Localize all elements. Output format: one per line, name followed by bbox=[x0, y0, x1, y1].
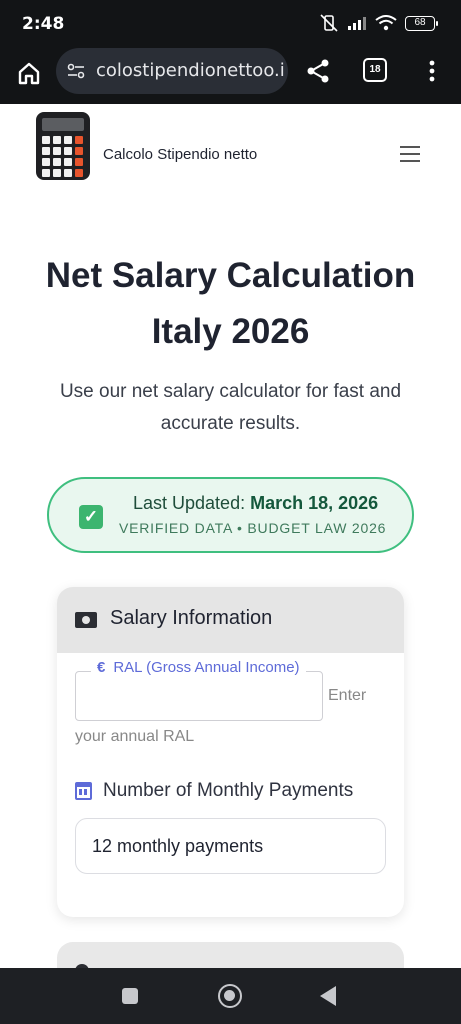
ral-help-text: Enter bbox=[328, 687, 367, 704]
more-options-icon[interactable] bbox=[420, 56, 444, 86]
money-bill-icon bbox=[75, 612, 97, 628]
browser-toolbar: colostipendionettoo.it 18 bbox=[0, 48, 461, 104]
address-bar[interactable]: colostipendionettoo.it bbox=[56, 48, 288, 94]
last-updated-text: Last Updated: March 18, 2026 bbox=[133, 493, 379, 513]
wifi-icon bbox=[375, 15, 397, 31]
card-header: Salary Information bbox=[57, 587, 404, 653]
calculator-logo[interactable] bbox=[36, 112, 90, 180]
status-icons: 68 bbox=[319, 14, 438, 32]
signal-icon bbox=[348, 17, 366, 30]
last-updated-badge: ✓ Last Updated: March 18, 2026 VERIFIED … bbox=[47, 477, 414, 553]
vibrate-off-icon bbox=[320, 14, 338, 32]
system-navigation-bar bbox=[0, 968, 461, 1024]
salary-info-card: Salary Information € RAL (Gross Annual In… bbox=[57, 587, 404, 917]
payments-selected-value: 12 monthly payments bbox=[92, 836, 264, 856]
back-icon[interactable] bbox=[320, 986, 336, 1006]
share-icon[interactable] bbox=[303, 56, 333, 86]
check-mark-icon: ✓ bbox=[79, 505, 103, 529]
recent-apps-icon[interactable] bbox=[122, 988, 138, 1004]
battery-icon: 68 bbox=[405, 15, 438, 31]
status-bar: 2:48 68 bbox=[0, 0, 461, 48]
ral-help-text-continued: your annual RAL bbox=[75, 728, 195, 745]
payments-select[interactable]: 12 monthly payments bbox=[75, 818, 386, 874]
card-title: Salary Information bbox=[110, 607, 273, 629]
verified-data-note: VERIFIED DATA • BUDGET LAW 2026 bbox=[119, 520, 387, 536]
page-subtitle: Use our net salary calculator for fast a… bbox=[59, 381, 402, 434]
site-settings-icon[interactable] bbox=[66, 61, 86, 81]
status-time: 2:48 bbox=[22, 14, 65, 34]
hamburger-menu-icon[interactable] bbox=[400, 146, 422, 164]
calendar-icon bbox=[75, 782, 92, 800]
site-name[interactable]: Calcolo Stipendio netto bbox=[103, 146, 257, 163]
home-icon[interactable] bbox=[14, 58, 44, 88]
page-title: Net Salary Calculation Italy 2026 bbox=[45, 256, 416, 351]
ral-input[interactable] bbox=[76, 672, 322, 720]
url-text: colostipendionettoo.it bbox=[96, 60, 284, 81]
tab-switcher-button[interactable]: 18 bbox=[363, 58, 387, 82]
site-header: Calcolo Stipendio netto bbox=[0, 104, 461, 204]
home-button-icon[interactable] bbox=[218, 984, 242, 1008]
payments-label: Number of Monthly Payments bbox=[103, 780, 354, 801]
